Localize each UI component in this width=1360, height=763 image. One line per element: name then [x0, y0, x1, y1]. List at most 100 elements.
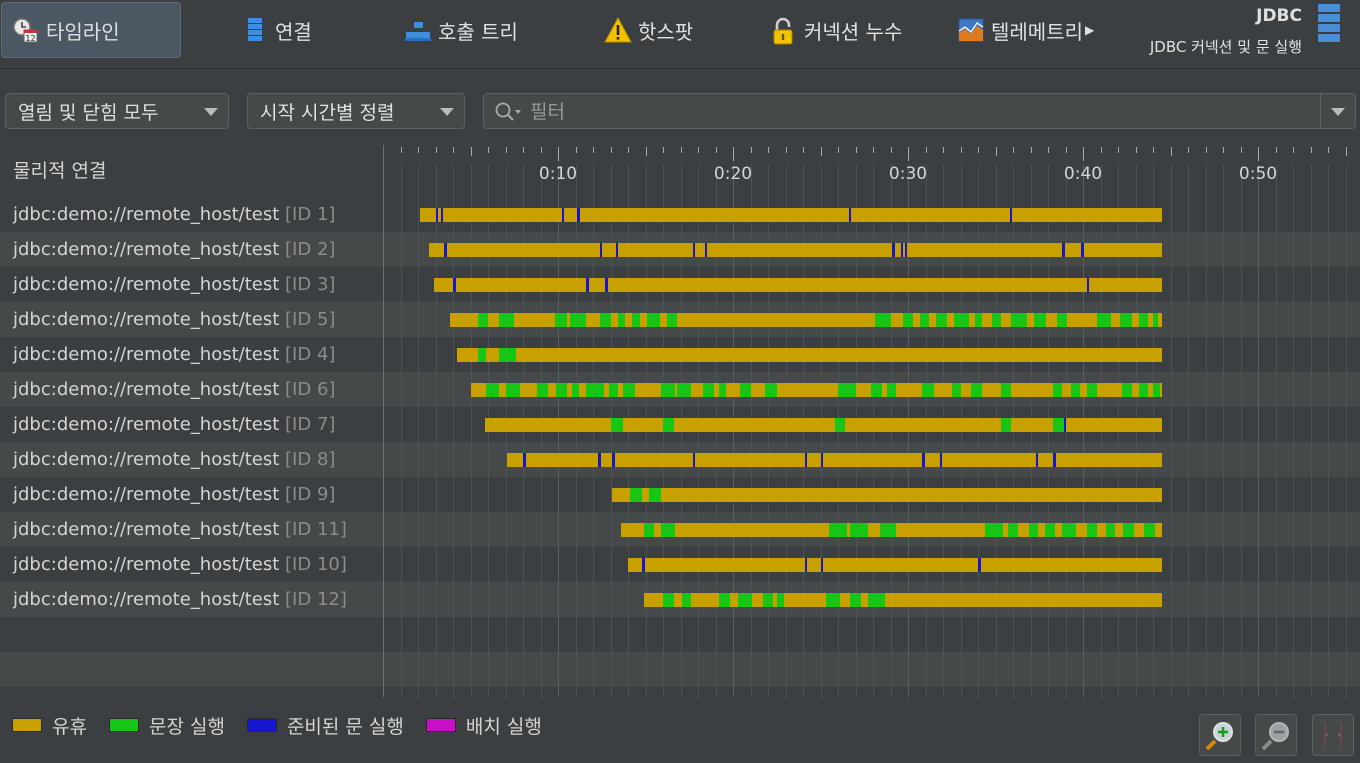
prepared-statement-segment[interactable] — [1081, 243, 1084, 257]
connection-label[interactable]: jdbc:demo://remote_host/test [ID 5] — [13, 302, 335, 337]
prepared-statement-segment[interactable] — [600, 243, 602, 257]
statement-segment[interactable] — [971, 383, 982, 397]
statement-segment[interactable] — [498, 313, 515, 327]
statement-segment[interactable] — [477, 348, 487, 362]
statement-segment[interactable] — [586, 383, 604, 397]
statement-segment[interactable] — [920, 313, 929, 327]
prepared-statement-segment[interactable] — [444, 243, 447, 257]
statement-segment[interactable] — [1139, 313, 1148, 327]
statement-segment[interactable] — [1070, 383, 1080, 397]
idle-segment[interactable] — [428, 243, 1162, 257]
prepared-statement-segment[interactable] — [692, 243, 696, 257]
idle-segment[interactable] — [612, 488, 1162, 502]
statement-segment[interactable] — [498, 348, 516, 362]
prepared-statement-segment[interactable] — [605, 278, 608, 292]
statement-segment[interactable] — [1153, 313, 1159, 327]
statement-segment[interactable] — [1153, 383, 1160, 397]
idle-segment[interactable] — [507, 453, 1162, 467]
idle-segment[interactable] — [628, 558, 1162, 572]
prepared-statement-segment[interactable] — [561, 208, 565, 222]
statement-segment[interactable] — [922, 383, 935, 397]
prepared-statement-segment[interactable] — [1035, 453, 1039, 467]
statement-segment[interactable] — [838, 383, 856, 397]
tab-connection-leaks[interactable]: 커넥션 누수 — [760, 2, 912, 58]
statement-segment[interactable] — [666, 313, 677, 327]
statement-segment[interactable] — [740, 383, 751, 397]
prepared-statement-segment[interactable] — [1062, 243, 1065, 257]
prepared-statement-segment[interactable] — [586, 278, 589, 292]
idle-segment[interactable] — [433, 278, 1162, 292]
connection-label[interactable]: jdbc:demo://remote_host/test [ID 2] — [13, 232, 335, 267]
statement-segment[interactable] — [719, 383, 726, 397]
statement-segment[interactable] — [738, 593, 753, 607]
statement-segment[interactable] — [677, 383, 691, 397]
statement-segment[interactable] — [871, 383, 882, 397]
prepared-statement-segment[interactable] — [1009, 208, 1013, 222]
prepared-statement-segment[interactable] — [904, 243, 907, 257]
prepared-statement-segment[interactable] — [523, 453, 526, 467]
statement-segment[interactable] — [600, 313, 611, 327]
statement-segment[interactable] — [974, 313, 982, 327]
filter-input[interactable] — [528, 97, 1312, 127]
prepared-statement-segment[interactable] — [1053, 453, 1056, 467]
prepared-statement-segment[interactable] — [892, 243, 895, 257]
tab-connections[interactable]: 연결 — [231, 2, 322, 58]
statement-segment[interactable] — [556, 383, 567, 397]
statement-segment[interactable] — [477, 313, 488, 327]
statement-segment[interactable] — [776, 593, 784, 607]
statement-segment[interactable] — [1056, 313, 1068, 327]
statement-segment[interactable] — [1097, 313, 1111, 327]
statement-segment[interactable] — [661, 523, 676, 537]
tab-telemetry[interactable]: 텔레메트리 ▶ — [947, 2, 1104, 58]
statement-segment[interactable] — [1086, 383, 1097, 397]
statement-segment[interactable] — [902, 313, 914, 327]
statement-segment[interactable] — [570, 313, 586, 327]
zoom-out-button[interactable] — [1255, 714, 1297, 756]
tab-call-tree[interactable]: 호출 트리 — [394, 2, 528, 58]
statement-segment[interactable] — [880, 523, 896, 537]
statement-segment[interactable] — [1044, 523, 1055, 537]
statement-segment[interactable] — [1000, 383, 1012, 397]
statement-segment[interactable] — [1139, 383, 1148, 397]
statement-segment[interactable] — [537, 383, 548, 397]
statement-segment[interactable] — [1053, 418, 1064, 432]
prepared-statement-segment[interactable] — [612, 453, 615, 467]
prepared-statement-segment[interactable] — [848, 208, 851, 222]
connection-label[interactable]: jdbc:demo://remote_host/test [ID 4] — [13, 337, 335, 372]
statement-segment[interactable] — [1000, 418, 1012, 432]
fit-width-button[interactable] — [1312, 714, 1354, 756]
idle-segment[interactable] — [419, 208, 1162, 222]
prepared-statement-segment[interactable] — [820, 558, 824, 572]
statement-segment[interactable] — [1086, 523, 1097, 537]
prepared-statement-segment[interactable] — [901, 243, 903, 257]
prepared-statement-segment[interactable] — [978, 558, 981, 572]
prepared-statement-segment[interactable] — [453, 278, 456, 292]
connection-label[interactable]: jdbc:demo://remote_host/test [ID 6] — [13, 372, 335, 407]
statement-segment[interactable] — [703, 383, 714, 397]
prepared-statement-segment[interactable] — [577, 208, 580, 222]
connection-scope-select[interactable]: 열림 및 닫힘 모두 — [5, 93, 229, 129]
statement-segment[interactable] — [505, 383, 520, 397]
prepared-statement-segment[interactable] — [598, 453, 601, 467]
statement-segment[interactable] — [1007, 523, 1019, 537]
sort-order-select[interactable]: 시작 시간별 정렬 — [247, 93, 465, 129]
statement-segment[interactable] — [661, 383, 676, 397]
search-icon[interactable] — [494, 101, 524, 123]
statement-segment[interactable] — [850, 523, 868, 537]
statement-segment[interactable] — [1062, 523, 1076, 537]
statement-segment[interactable] — [663, 593, 674, 607]
statement-segment[interactable] — [647, 313, 660, 327]
statement-segment[interactable] — [486, 383, 499, 397]
connection-label[interactable]: jdbc:demo://remote_host/test [ID 11] — [13, 512, 347, 547]
statement-segment[interactable] — [764, 383, 777, 397]
connection-label[interactable]: jdbc:demo://remote_host/test [ID 9] — [13, 477, 335, 512]
prepared-statement-segment[interactable] — [1086, 278, 1090, 292]
statement-segment[interactable] — [622, 383, 635, 397]
connection-label[interactable]: jdbc:demo://remote_host/test [ID 1] — [13, 197, 335, 232]
prepared-statement-segment[interactable] — [705, 243, 707, 257]
statement-segment[interactable] — [1028, 523, 1038, 537]
connection-label[interactable]: jdbc:demo://remote_host/test [ID 12] — [13, 582, 347, 617]
statement-segment[interactable] — [617, 313, 625, 327]
statement-segment[interactable] — [719, 593, 730, 607]
statement-segment[interactable] — [985, 523, 1003, 537]
